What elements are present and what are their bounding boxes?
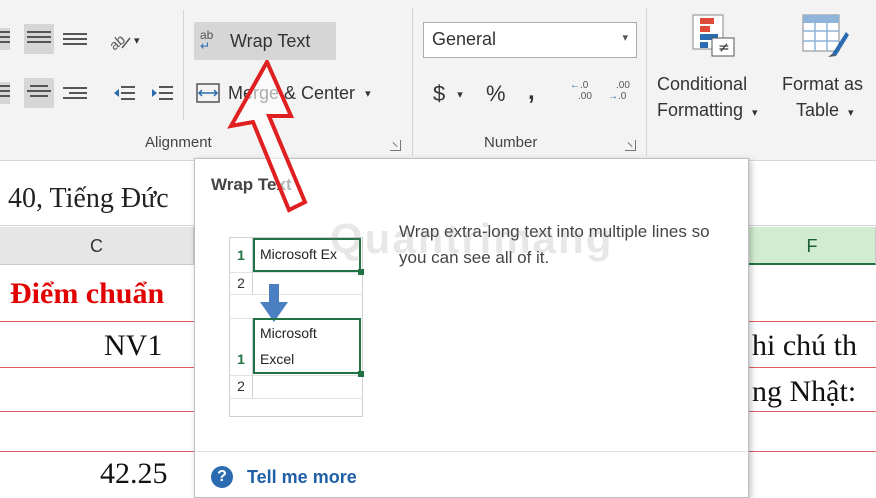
chevron-down-icon: ▾ xyxy=(365,87,371,100)
align-bottom-icon[interactable] xyxy=(63,30,87,52)
mini-row-header: 1 xyxy=(230,238,253,272)
decrease-indent-icon[interactable] xyxy=(112,82,136,104)
number-format-dropdown[interactable]: General ▾ xyxy=(423,22,637,58)
ribbon: ab ▾ ab ↵ Wrap Text Merge & Center ▾ Alig… xyxy=(0,0,876,161)
tell-me-more-label: Tell me more xyxy=(247,466,357,487)
alignment-group-label: Alignment xyxy=(145,134,212,151)
svg-text:≠: ≠ xyxy=(718,40,730,56)
mini-row-header: 1 xyxy=(230,319,253,375)
formula-bar-text: 40, Tiếng Đức xyxy=(8,183,169,214)
cell-c-header[interactable]: Điểm chuẩn xyxy=(10,277,164,311)
format-as-table-label-2-text: Table xyxy=(796,100,840,120)
increase-decimal-button[interactable]: ←.0.00 xyxy=(570,80,602,110)
svg-text:ab: ab xyxy=(106,31,128,52)
format-as-table-button[interactable]: Format as Table ▾ xyxy=(780,14,876,130)
wrap-text-button[interactable]: ab ↵ Wrap Text xyxy=(194,22,336,60)
format-as-table-label-2: Table ▾ xyxy=(796,100,854,121)
watermark-logo: Quantrimang xyxy=(330,215,614,262)
chevron-down-icon: ▾ xyxy=(457,88,463,101)
chevron-down-icon: ▾ xyxy=(134,34,140,47)
decrease-decimal-icon: → xyxy=(608,91,618,102)
merge-center-icon xyxy=(196,83,220,103)
column-header-f-label: F xyxy=(806,236,818,256)
mini-row: 2 xyxy=(230,374,362,399)
increase-indent-icon[interactable] xyxy=(150,82,174,104)
conditional-formatting-icon: ≠ xyxy=(692,14,735,57)
column-header-c-label: C xyxy=(90,236,103,256)
align-top-icon[interactable] xyxy=(0,28,10,50)
tooltip-divider xyxy=(195,451,748,452)
conditional-formatting-label-1: Conditional xyxy=(657,74,748,94)
conditional-formatting-label-2: Formatting ▾ xyxy=(657,100,758,121)
mini-row: 2 xyxy=(230,272,362,295)
comma-button[interactable]: , xyxy=(528,78,535,106)
decrease-decimal-bottom: .0 xyxy=(618,91,627,102)
column-header-f[interactable]: F xyxy=(749,227,876,265)
align-middle-icon[interactable] xyxy=(24,24,54,54)
conditional-formatting-label-2-text: Formatting xyxy=(657,100,744,120)
align-left-icon[interactable] xyxy=(0,82,10,104)
decrease-decimal-top: .00 xyxy=(616,80,630,91)
wrap-text-icon: ab ↵ xyxy=(200,28,214,53)
tell-me-more-link[interactable]: ? Tell me more xyxy=(211,466,357,488)
cell-f-row1[interactable]: hi chú th xyxy=(752,329,857,363)
chevron-down-icon: ▾ xyxy=(622,32,628,44)
mini-row-header: 2 xyxy=(230,272,253,294)
increase-decimal-icon: ← xyxy=(570,80,580,91)
cell-f-row2[interactable]: ng Nhật: xyxy=(752,375,856,409)
separator xyxy=(412,8,413,156)
percent-button[interactable]: % xyxy=(486,80,506,108)
increase-decimal-bottom: .00 xyxy=(578,91,592,102)
format-as-table-icon xyxy=(802,14,849,57)
chevron-down-icon: ▾ xyxy=(848,107,854,119)
format-as-table-label-1: Format as xyxy=(782,74,864,94)
currency-button[interactable]: $ ▾ xyxy=(433,80,463,108)
align-right-icon[interactable] xyxy=(63,84,87,106)
annotation-arrow-icon xyxy=(227,60,308,213)
orientation-button[interactable]: ab ▾ xyxy=(106,26,152,54)
chevron-down-icon: ▾ xyxy=(752,107,758,119)
decrease-decimal-button[interactable]: .00 →.0 xyxy=(608,80,640,110)
alignment-dialog-launcher-icon[interactable] xyxy=(390,140,401,151)
comma-label: , xyxy=(528,78,535,105)
number-format-value: General xyxy=(432,29,497,49)
separator xyxy=(183,10,184,120)
percent-label: % xyxy=(486,81,506,106)
currency-label: $ xyxy=(433,81,446,106)
number-group-label: Number xyxy=(484,134,538,151)
wrap-text-label: Wrap Text xyxy=(230,30,311,51)
align-center-icon[interactable] xyxy=(24,78,54,108)
column-header-c[interactable]: C xyxy=(0,227,194,265)
cell-c-row5[interactable]: 42.25 xyxy=(100,457,168,491)
wrap-text-example-illustration: 1 Microsoft Ex 2 1 Microsoft Excel 2 xyxy=(229,237,364,417)
number-dialog-launcher-icon[interactable] xyxy=(625,140,636,151)
mini-row-header: 2 xyxy=(230,374,253,398)
help-icon: ? xyxy=(211,466,233,488)
mini-selection-outline xyxy=(253,318,361,374)
cell-c-row1[interactable]: NV1 xyxy=(104,329,162,363)
orientation-icon: ab xyxy=(106,31,131,52)
separator xyxy=(646,8,647,156)
conditional-formatting-button[interactable]: ≠ Conditional Formatting ▾ xyxy=(654,14,778,130)
increase-decimal-top: .0 xyxy=(580,80,589,91)
